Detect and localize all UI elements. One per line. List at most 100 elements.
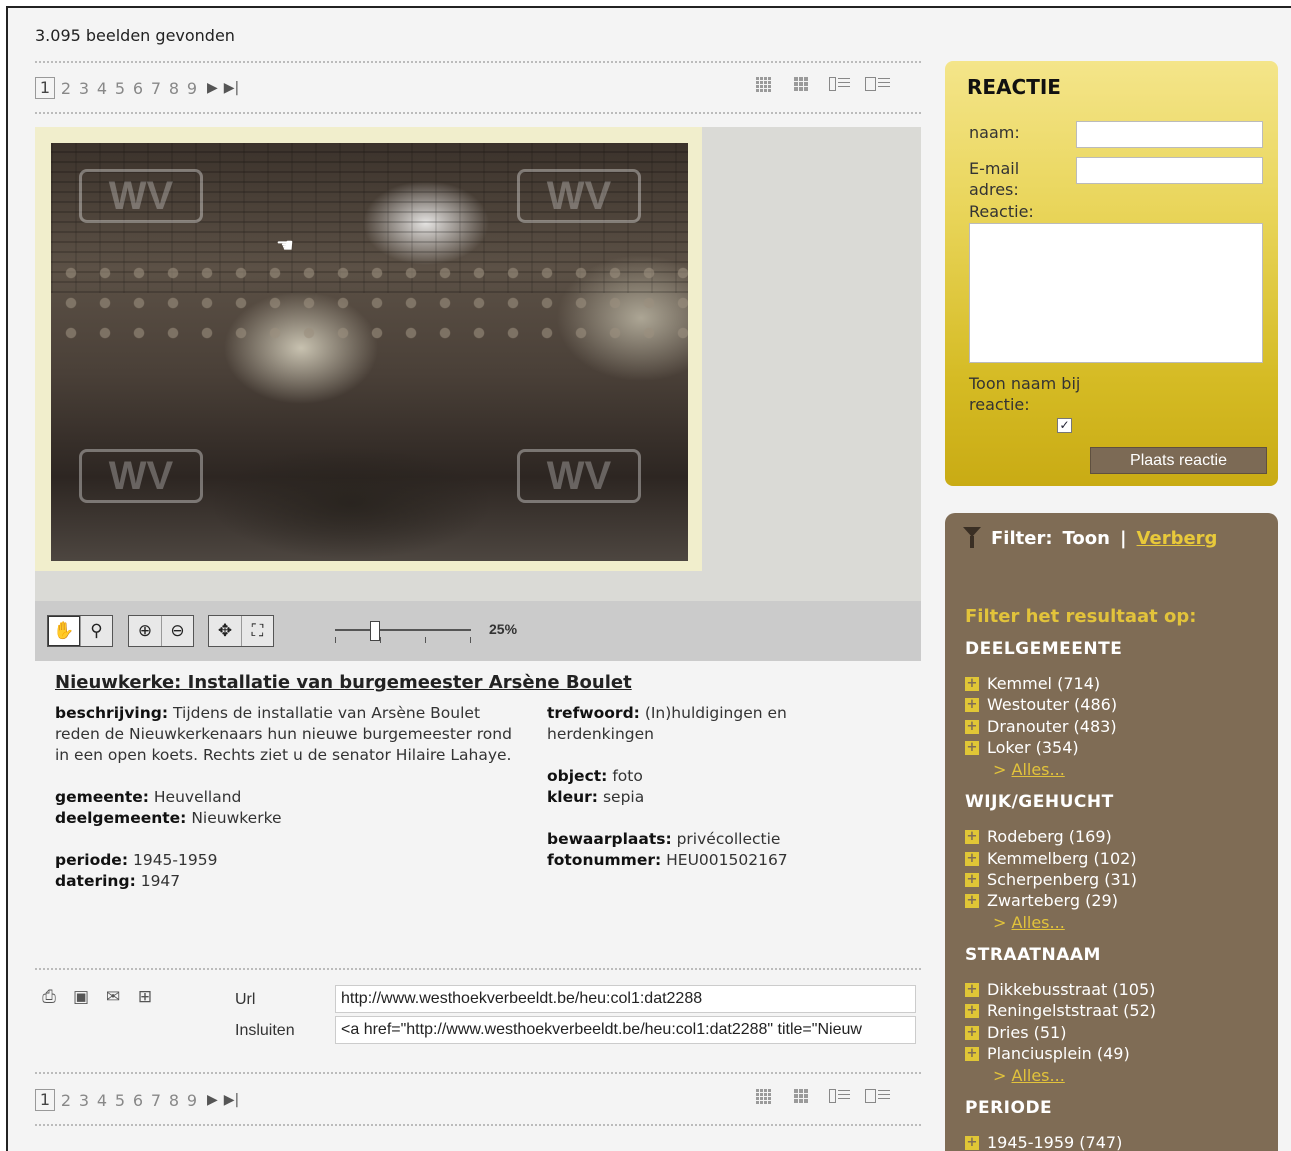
plus-icon[interactable]: +: [965, 740, 979, 755]
filter-item-label[interactable]: 1945-1959 (747): [987, 1133, 1122, 1151]
filter-item[interactable]: + Westouter (486): [965, 695, 1117, 714]
filter-hide-link[interactable]: Verberg: [1137, 528, 1218, 549]
page-link[interactable]: 2: [57, 79, 75, 98]
detail-icon[interactable]: [864, 76, 890, 92]
filter-item-label[interactable]: Scherpenberg (31): [987, 870, 1137, 889]
detail-icon[interactable]: [864, 1088, 890, 1104]
plus-icon[interactable]: +: [965, 1003, 979, 1018]
email-field[interactable]: [1076, 157, 1263, 184]
grid-small-icon[interactable]: [752, 76, 774, 92]
plus-icon[interactable]: +: [965, 719, 979, 734]
page-link[interactable]: 6: [129, 1091, 147, 1110]
filter-item-label[interactable]: Zwarteberg (29): [987, 891, 1118, 910]
grid-large-icon[interactable]: [790, 76, 812, 92]
page-link[interactable]: 5: [111, 1091, 129, 1110]
last-page-icon[interactable]: ▶|: [224, 1092, 239, 1108]
alles-link-label[interactable]: Alles...: [1012, 760, 1065, 779]
page-current[interactable]: 1: [35, 1089, 55, 1111]
page-link[interactable]: 4: [93, 1091, 111, 1110]
next-page-icon[interactable]: ▶: [207, 1092, 218, 1108]
filter-item[interactable]: + Reningelststraat (52): [965, 1001, 1156, 1020]
email-icon[interactable]: ✉: [101, 986, 125, 1008]
filter-item[interactable]: + Kemmel (714): [965, 674, 1100, 693]
filter-item-label[interactable]: Dranouter (483): [987, 717, 1117, 736]
image-title[interactable]: Nieuwkerke: Installatie van burgemeester…: [55, 672, 632, 693]
plus-icon[interactable]: +: [965, 829, 979, 844]
page-link[interactable]: 3: [75, 79, 93, 98]
filter-item-label[interactable]: Dries (51): [987, 1023, 1066, 1042]
filter-item[interactable]: + Dikkebusstraat (105): [965, 980, 1155, 999]
plus-icon[interactable]: +: [965, 872, 979, 887]
naam-field[interactable]: [1076, 121, 1263, 148]
page-link[interactable]: 4: [93, 79, 111, 98]
grid-large-icon[interactable]: [790, 1088, 812, 1104]
zoom-in-icon[interactable]: ⊕: [129, 616, 161, 646]
page-link[interactable]: 6: [129, 79, 147, 98]
page-link[interactable]: 8: [165, 1091, 183, 1110]
historic-photo[interactable]: WV WV WV WV ☚: [51, 143, 688, 561]
zoom-slider[interactable]: [335, 621, 471, 645]
pan-hand-icon[interactable]: ✋: [48, 616, 80, 646]
filter-item[interactable]: + Rodeberg (169): [965, 827, 1112, 846]
alles-link-label[interactable]: Alles...: [1012, 913, 1065, 932]
add-icon[interactable]: ⊞: [133, 986, 157, 1008]
filter-item-label[interactable]: Planciusplein (49): [987, 1044, 1130, 1063]
plus-icon[interactable]: +: [965, 1025, 979, 1040]
alles-link[interactable]: > Alles...: [993, 913, 1065, 932]
plaats-reactie-button[interactable]: Plaats reactie: [1090, 447, 1267, 474]
last-page-icon[interactable]: ▶|: [224, 80, 239, 96]
page-link[interactable]: 9: [183, 79, 201, 98]
page-link[interactable]: 2: [57, 1091, 75, 1110]
page-link[interactable]: 8: [165, 79, 183, 98]
page-link[interactable]: 7: [147, 1091, 165, 1110]
plus-icon[interactable]: +: [965, 982, 979, 997]
url-field[interactable]: http://www.westhoekverbeeldt.be/heu:col1…: [335, 985, 916, 1013]
alles-link[interactable]: > Alles...: [993, 1066, 1065, 1085]
plus-icon[interactable]: +: [965, 851, 979, 866]
move-icon[interactable]: ✥: [209, 616, 241, 646]
filter-item-label[interactable]: Kemmel (714): [987, 674, 1100, 693]
list-icon[interactable]: [828, 1088, 850, 1104]
filter-item-label[interactable]: Dikkebusstraat (105): [987, 980, 1155, 999]
filter-item[interactable]: + Scherpenberg (31): [965, 870, 1137, 889]
filter-item[interactable]: + Zwarteberg (29): [965, 891, 1118, 910]
alles-link[interactable]: > Alles...: [993, 760, 1065, 779]
grid-small-icon[interactable]: [752, 1088, 774, 1104]
filter-item[interactable]: + Planciusplein (49): [965, 1044, 1130, 1063]
filter-item-label[interactable]: Rodeberg (169): [987, 827, 1112, 846]
filter-item[interactable]: + Dranouter (483): [965, 717, 1117, 736]
filter-item-label[interactable]: Kemmelberg (102): [987, 849, 1137, 868]
plus-icon[interactable]: +: [965, 697, 979, 712]
plus-icon[interactable]: +: [965, 893, 979, 908]
filter-item[interactable]: +1945-1959 (747): [965, 1133, 1122, 1151]
zoom-slider-handle[interactable]: [370, 621, 380, 641]
page-link[interactable]: 5: [111, 79, 129, 98]
view-mode-switcher: [752, 1084, 890, 1108]
save-icon[interactable]: ▣: [69, 986, 93, 1008]
filter-item-label[interactable]: Reningelststraat (52): [987, 1001, 1156, 1020]
page-current[interactable]: 1: [35, 77, 55, 99]
print-icon[interactable]: ⎙: [37, 986, 61, 1008]
plus-icon[interactable]: +: [965, 1135, 979, 1150]
filter-item-label[interactable]: Westouter (486): [987, 695, 1117, 714]
filter-item[interactable]: + Dries (51): [965, 1023, 1066, 1042]
next-page-icon[interactable]: ▶: [207, 80, 218, 96]
page-link[interactable]: 3: [75, 1091, 93, 1110]
embed-field[interactable]: <a href="http://www.westhoekverbeeldt.be…: [335, 1016, 916, 1044]
filter-item[interactable]: + Kemmelberg (102): [965, 849, 1137, 868]
page-link[interactable]: 7: [147, 79, 165, 98]
toon-naam-checkbox[interactable]: ✓: [1057, 418, 1072, 433]
magnifier-icon[interactable]: ⚲: [80, 616, 112, 646]
filter-item[interactable]: + Loker (354): [965, 738, 1079, 757]
zoom-out-icon[interactable]: ⊖: [161, 616, 193, 646]
fit-icon[interactable]: ⛶: [241, 616, 273, 646]
plus-icon[interactable]: +: [965, 1046, 979, 1061]
image-viewer[interactable]: WV WV WV WV ☚: [35, 127, 921, 601]
filter-show[interactable]: Toon: [1063, 528, 1110, 549]
page-link[interactable]: 9: [183, 1091, 201, 1110]
reactie-textarea[interactable]: [969, 223, 1263, 363]
list-icon[interactable]: [828, 76, 850, 92]
alles-link-label[interactable]: Alles...: [1012, 1066, 1065, 1085]
plus-icon[interactable]: +: [965, 676, 979, 691]
filter-item-label[interactable]: Loker (354): [987, 738, 1079, 757]
